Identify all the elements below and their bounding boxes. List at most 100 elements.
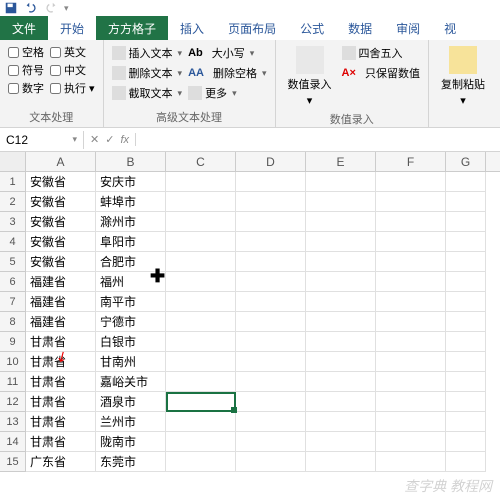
cell[interactable]: [306, 352, 376, 372]
chk-chinese[interactable]: 中文: [50, 62, 95, 78]
cell[interactable]: 甘肃省: [26, 332, 96, 352]
tab-pagelayout[interactable]: 页面布局: [216, 16, 288, 40]
cell[interactable]: [166, 312, 236, 332]
cell[interactable]: [306, 232, 376, 252]
cell[interactable]: 安徽省: [26, 172, 96, 192]
cell[interactable]: [306, 312, 376, 332]
cell[interactable]: [446, 432, 486, 452]
cell[interactable]: [166, 372, 236, 392]
cell[interactable]: 甘肃省: [26, 412, 96, 432]
cell[interactable]: 安徽省: [26, 252, 96, 272]
cell[interactable]: [306, 212, 376, 232]
cell[interactable]: [236, 172, 306, 192]
cell[interactable]: [236, 412, 306, 432]
cell[interactable]: [376, 452, 446, 472]
cell[interactable]: [446, 172, 486, 192]
btn-insert-text[interactable]: 插入文本▾: [112, 44, 183, 62]
col-header[interactable]: C: [166, 152, 236, 171]
cell[interactable]: [376, 312, 446, 332]
cell[interactable]: 广东省: [26, 452, 96, 472]
cell[interactable]: 安徽省: [26, 212, 96, 232]
cell[interactable]: [236, 372, 306, 392]
btn-more[interactable]: 更多▾: [188, 84, 266, 102]
cell[interactable]: 甘肃省: [26, 432, 96, 452]
cell[interactable]: [306, 392, 376, 412]
tab-data[interactable]: 数据: [336, 16, 384, 40]
cell[interactable]: [376, 212, 446, 232]
cell[interactable]: [376, 392, 446, 412]
cell[interactable]: [236, 392, 306, 412]
cell[interactable]: [446, 332, 486, 352]
chk-execute[interactable]: 执行▾: [50, 80, 95, 96]
cell[interactable]: [236, 332, 306, 352]
cell[interactable]: [306, 252, 376, 272]
cell[interactable]: 福建省: [26, 272, 96, 292]
cell[interactable]: [446, 272, 486, 292]
cell[interactable]: [306, 372, 376, 392]
row-header[interactable]: 12: [0, 392, 26, 412]
save-icon[interactable]: [4, 1, 18, 15]
cell[interactable]: [376, 372, 446, 392]
cell[interactable]: [376, 252, 446, 272]
tab-fangfang[interactable]: 方方格子: [96, 16, 168, 40]
col-header[interactable]: D: [236, 152, 306, 171]
col-header[interactable]: F: [376, 152, 446, 171]
cell[interactable]: [376, 192, 446, 212]
cell[interactable]: 安徽省: [26, 192, 96, 212]
cell[interactable]: [306, 452, 376, 472]
cell[interactable]: [446, 192, 486, 212]
cell[interactable]: 东莞市: [96, 452, 166, 472]
cell[interactable]: [236, 252, 306, 272]
cell[interactable]: [166, 252, 236, 272]
cell[interactable]: [446, 412, 486, 432]
row-header[interactable]: 3: [0, 212, 26, 232]
cell[interactable]: [166, 432, 236, 452]
cell[interactable]: [376, 292, 446, 312]
cell[interactable]: [306, 172, 376, 192]
cell[interactable]: 甘南州: [96, 352, 166, 372]
btn-round[interactable]: 四舍五入: [342, 44, 420, 62]
cell[interactable]: 福建省: [26, 292, 96, 312]
cell[interactable]: 嘉峪关市: [96, 372, 166, 392]
cell[interactable]: 蚌埠市: [96, 192, 166, 212]
cell[interactable]: [236, 432, 306, 452]
row-header[interactable]: 15: [0, 452, 26, 472]
cell[interactable]: 南平市: [96, 292, 166, 312]
col-header[interactable]: A: [26, 152, 96, 171]
tab-home[interactable]: 开始: [48, 16, 96, 40]
chk-symbol[interactable]: 符号: [8, 62, 44, 78]
btn-delete-text[interactable]: 删除文本▾: [112, 64, 183, 82]
qat-more-icon[interactable]: ▾: [64, 3, 69, 14]
cell[interactable]: [166, 232, 236, 252]
cell[interactable]: 酒泉市: [96, 392, 166, 412]
chk-english[interactable]: 英文: [50, 44, 95, 60]
col-header[interactable]: G: [446, 152, 486, 171]
cell[interactable]: 阜阳市: [96, 232, 166, 252]
cell[interactable]: [306, 412, 376, 432]
undo-icon[interactable]: [24, 1, 38, 15]
row-header[interactable]: 8: [0, 312, 26, 332]
cell[interactable]: [446, 212, 486, 232]
btn-delete-space[interactable]: AA 删除空格▾: [188, 64, 266, 82]
cell[interactable]: 甘肃省: [26, 352, 96, 372]
cell[interactable]: 安徽省: [26, 232, 96, 252]
cell[interactable]: [376, 172, 446, 192]
row-header[interactable]: 9: [0, 332, 26, 352]
cell[interactable]: [376, 412, 446, 432]
formula-input[interactable]: [136, 138, 500, 142]
cell[interactable]: [236, 192, 306, 212]
cell[interactable]: [166, 352, 236, 372]
cell[interactable]: [306, 272, 376, 292]
btn-case[interactable]: Ab 大小写▾: [188, 44, 266, 62]
btn-copy-paste[interactable]: 复制粘贴▾: [437, 44, 489, 123]
cell[interactable]: [166, 452, 236, 472]
tab-formulas[interactable]: 公式: [288, 16, 336, 40]
cell[interactable]: [236, 292, 306, 312]
col-header[interactable]: E: [306, 152, 376, 171]
cell[interactable]: 甘肃省: [26, 372, 96, 392]
chk-number[interactable]: 数字: [8, 80, 44, 96]
cell[interactable]: [376, 232, 446, 252]
cell[interactable]: 安庆市: [96, 172, 166, 192]
cell[interactable]: 福建省: [26, 312, 96, 332]
cell[interactable]: 宁德市: [96, 312, 166, 332]
